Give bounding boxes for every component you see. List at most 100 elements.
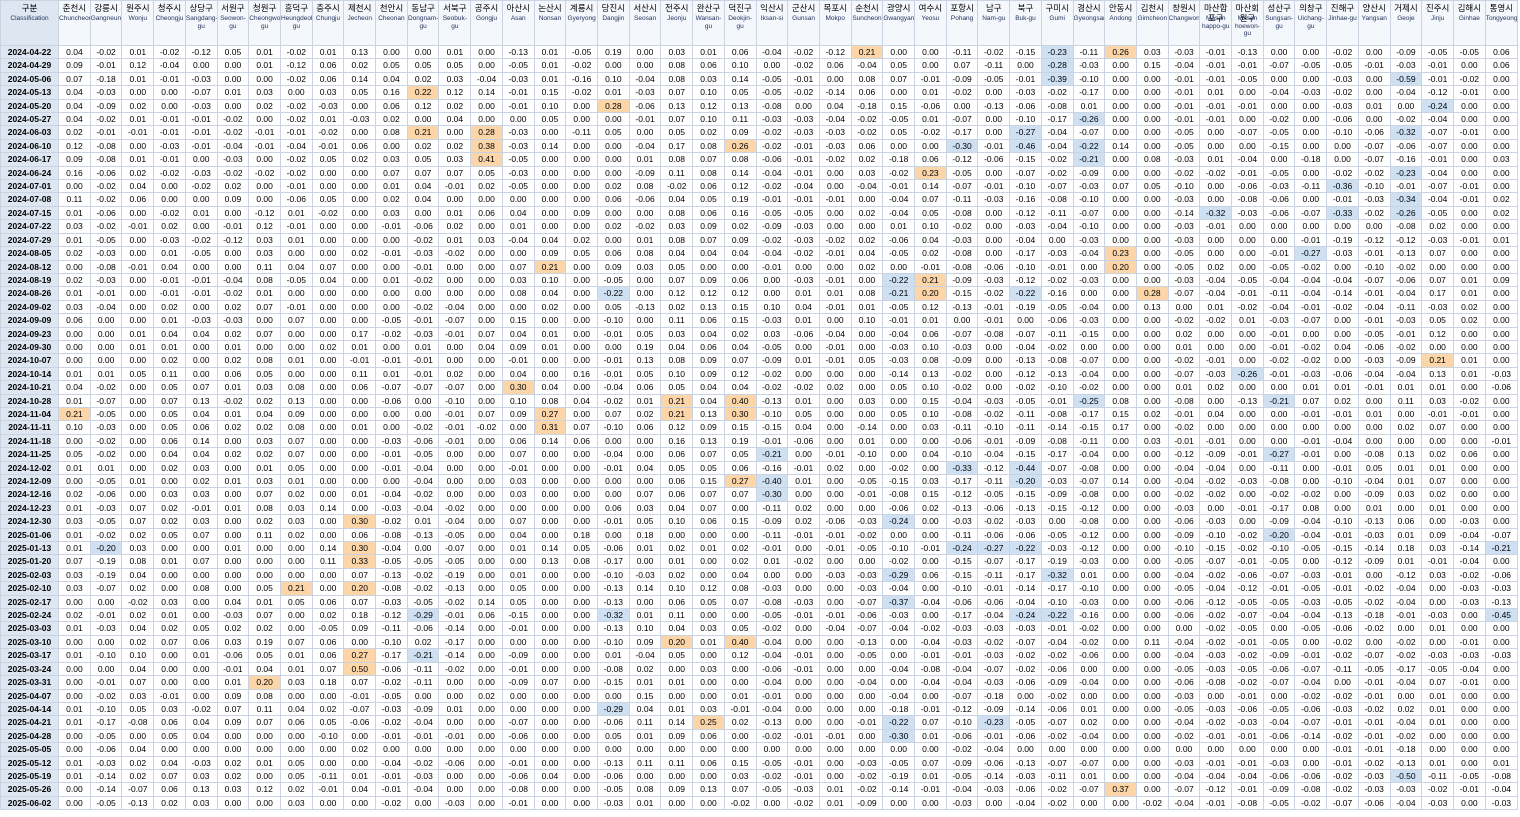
header-city-ko: 양산시: [1362, 3, 1386, 13]
table-cell: -0.17: [1009, 246, 1042, 261]
table-cell: 0.00: [184, 661, 218, 677]
table-cell: -0.01: [1452, 179, 1486, 194]
table-cell: 0.00: [1199, 688, 1233, 703]
header-city-ko: 논산시: [538, 3, 562, 13]
table-cell: -0.12: [1231, 581, 1264, 596]
table-cell: 0.06: [818, 58, 852, 73]
table-cell: -0.02: [406, 420, 440, 435]
table-cell: 0.00: [787, 259, 820, 274]
header-city-en: Uichang-gu: [1297, 15, 1324, 30]
table-cell: 0.06: [723, 44, 757, 60]
table-cell: 0.00: [1389, 433, 1423, 449]
table-cell: 0.13: [660, 98, 694, 114]
table-cell: 0.00: [1167, 299, 1201, 315]
table-cell: -0.03: [1040, 541, 1074, 556]
table-cell: 0.01: [248, 594, 281, 610]
table-cell: 0.00: [1199, 125, 1233, 140]
table-cell: -0.08: [1167, 393, 1201, 408]
table-cell: 0.00: [121, 393, 155, 408]
table-cell: -0.04: [1040, 125, 1074, 140]
table-cell: 0.00: [248, 567, 281, 583]
table-cell: 0.02: [470, 688, 503, 703]
table-cell: -0.06: [1040, 661, 1074, 677]
table-cell: 0.01: [1421, 715, 1454, 730]
table-cell: 0.00: [818, 742, 852, 757]
table-cell: -0.04: [882, 205, 916, 221]
table-cell: 0.23: [914, 165, 947, 181]
table-cell: 0.00: [311, 473, 345, 489]
table-cell: 0.01: [818, 782, 852, 797]
table-cell: -0.01: [977, 299, 1011, 315]
table-cell: -0.03: [406, 326, 440, 341]
table-cell: -0.04: [977, 447, 1011, 462]
table-row: 2024-12-09 0.00 -0.05 0.01 0.00 0.02 0.01 0.03 0…: [0, 473, 1519, 489]
table-cell: 0.12: [660, 286, 694, 301]
table-cell: -0.06: [375, 661, 408, 677]
table-cell: -0.01: [977, 581, 1011, 596]
table-cell: 0.15: [723, 514, 757, 529]
table-cell: 0.05: [438, 58, 472, 73]
table-cell: 0.00: [470, 286, 503, 301]
table-cell: 0.00: [1452, 165, 1486, 181]
table-cell: 0.00: [628, 313, 662, 328]
table-cell: 0.06: [311, 594, 345, 610]
table-cell: -0.07: [343, 701, 377, 717]
table-cell: -0.08: [1389, 219, 1423, 234]
table-cell: 0.00: [121, 272, 155, 288]
table-cell: 0.01: [121, 152, 155, 167]
table-row: 2024-04-22 0.04 -0.02 0.01 -0.02 -0.12 0.05 0.0…: [0, 44, 1519, 60]
table-cell: -0.02: [850, 527, 884, 543]
table-cell: -0.13: [375, 567, 408, 583]
row-date: 2025-05-12: [0, 755, 60, 770]
table-cell: 0.00: [1452, 795, 1486, 811]
table-cell: -0.03: [1072, 272, 1106, 288]
table-cell: 0.19: [628, 339, 662, 355]
header-city-ko: 전주시: [665, 3, 689, 13]
table-cell: -0.06: [406, 621, 440, 636]
table-cell: 0.01: [279, 661, 313, 677]
table-cell: 0.09: [501, 406, 535, 422]
table-cell: -0.02: [1040, 165, 1074, 181]
table-cell: 0.12: [723, 648, 757, 663]
table-cell: -0.01: [1199, 728, 1233, 744]
table-row: 2024-11-18 0.00 -0.02 0.00 0.06 0.14 0.00 0.03 0…: [0, 433, 1519, 449]
table-cell: -0.02: [977, 634, 1011, 650]
table-cell: -0.03: [1167, 192, 1201, 207]
table-cell: -0.01: [1294, 648, 1328, 663]
table-cell: 0.00: [184, 58, 218, 73]
table-cell: -0.04: [438, 299, 472, 315]
table-cell: 0.02: [153, 795, 186, 811]
table-cell: -0.13: [1231, 44, 1264, 60]
table-cell: 0.01: [58, 393, 91, 408]
table-cell: 0.00: [343, 393, 377, 408]
table-cell: -0.08: [121, 715, 155, 730]
table-cell: 0.00: [470, 554, 503, 569]
table-cell: 0.08: [248, 272, 281, 288]
table-cell: 0.03: [660, 219, 694, 234]
table-cell: -0.08: [501, 782, 535, 797]
header-city: 안동시 Andong: [1104, 0, 1137, 46]
table-cell: 0.01: [216, 473, 250, 489]
table-cell: -0.04: [1167, 58, 1201, 73]
table-cell: -0.03: [1421, 299, 1454, 315]
table-cell: 0.00: [470, 715, 503, 730]
table-cell: 0.00: [311, 165, 345, 181]
table-cell: 0.00: [1104, 232, 1137, 248]
table-cell: 0.00: [755, 272, 789, 288]
table-cell: -0.02: [406, 232, 440, 248]
table-cell: -0.32: [1199, 205, 1233, 221]
table-cell: 0.00: [1421, 339, 1454, 355]
table-cell: -0.10: [1326, 514, 1359, 529]
table-cell: -0.03: [89, 246, 123, 261]
table-cell: -0.04: [279, 138, 313, 154]
header-city-en: Gimcheon: [1137, 15, 1168, 22]
table-cell: 0.00: [565, 447, 598, 462]
table-cell: -0.04: [438, 514, 472, 529]
table-cell: -0.01: [153, 688, 186, 703]
table-cell: 0.00: [1135, 661, 1169, 677]
header-city: 청원구Cheongwon-gu: [248, 0, 281, 46]
row-date: 2025-01-06: [0, 527, 60, 543]
table-cell: 0.02: [818, 460, 852, 476]
table-cell: 0.00: [311, 380, 345, 395]
header-city-en: Gyeryong: [567, 15, 596, 22]
